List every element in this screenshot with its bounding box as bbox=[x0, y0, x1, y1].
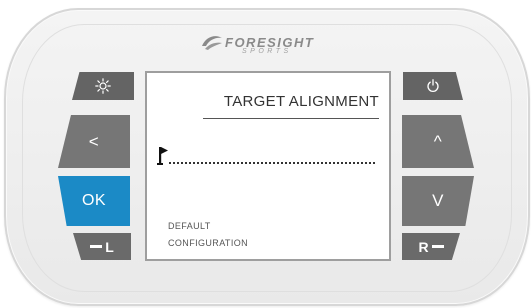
ok-button[interactable]: OK bbox=[58, 176, 130, 226]
lcd-screen: TARGET ALIGNMENT DEFAULT CONFIGURATION bbox=[145, 71, 391, 261]
dash-icon bbox=[431, 245, 444, 248]
left-hand-label: L bbox=[105, 238, 114, 255]
config-line-2: CONFIGURATION bbox=[168, 238, 249, 248]
logo-mark-icon bbox=[202, 36, 222, 50]
left-hand-button[interactable]: L bbox=[73, 233, 131, 260]
right-hand-label: R bbox=[418, 238, 429, 255]
flag-icon bbox=[157, 147, 168, 165]
down-arrow-button[interactable]: V bbox=[402, 176, 474, 226]
right-hand-label-group: R bbox=[418, 238, 444, 255]
power-icon bbox=[427, 79, 439, 92]
screen-title: TARGET ALIGNMENT bbox=[223, 93, 379, 110]
up-arrow-label: ^ bbox=[433, 131, 443, 151]
title-underline bbox=[203, 118, 379, 119]
power-button[interactable] bbox=[403, 72, 463, 100]
left-hand-label-group: L bbox=[90, 239, 114, 255]
right-hand-button[interactable]: R bbox=[402, 233, 460, 260]
down-arrow-label: V bbox=[432, 191, 444, 210]
config-label: DEFAULT CONFIGURATION bbox=[168, 218, 248, 252]
config-line-1: DEFAULT bbox=[168, 221, 211, 231]
ok-label: OK bbox=[81, 192, 107, 209]
target-alignment-line bbox=[169, 162, 375, 164]
left-arrow-label: < bbox=[88, 131, 100, 151]
logo-sub-text: SPORTS bbox=[242, 48, 292, 55]
sun-icon bbox=[95, 78, 111, 94]
dash-icon bbox=[90, 245, 103, 248]
brand-logo: FORESIGHT SPORTS bbox=[200, 31, 350, 61]
brightness-button[interactable] bbox=[72, 72, 134, 100]
